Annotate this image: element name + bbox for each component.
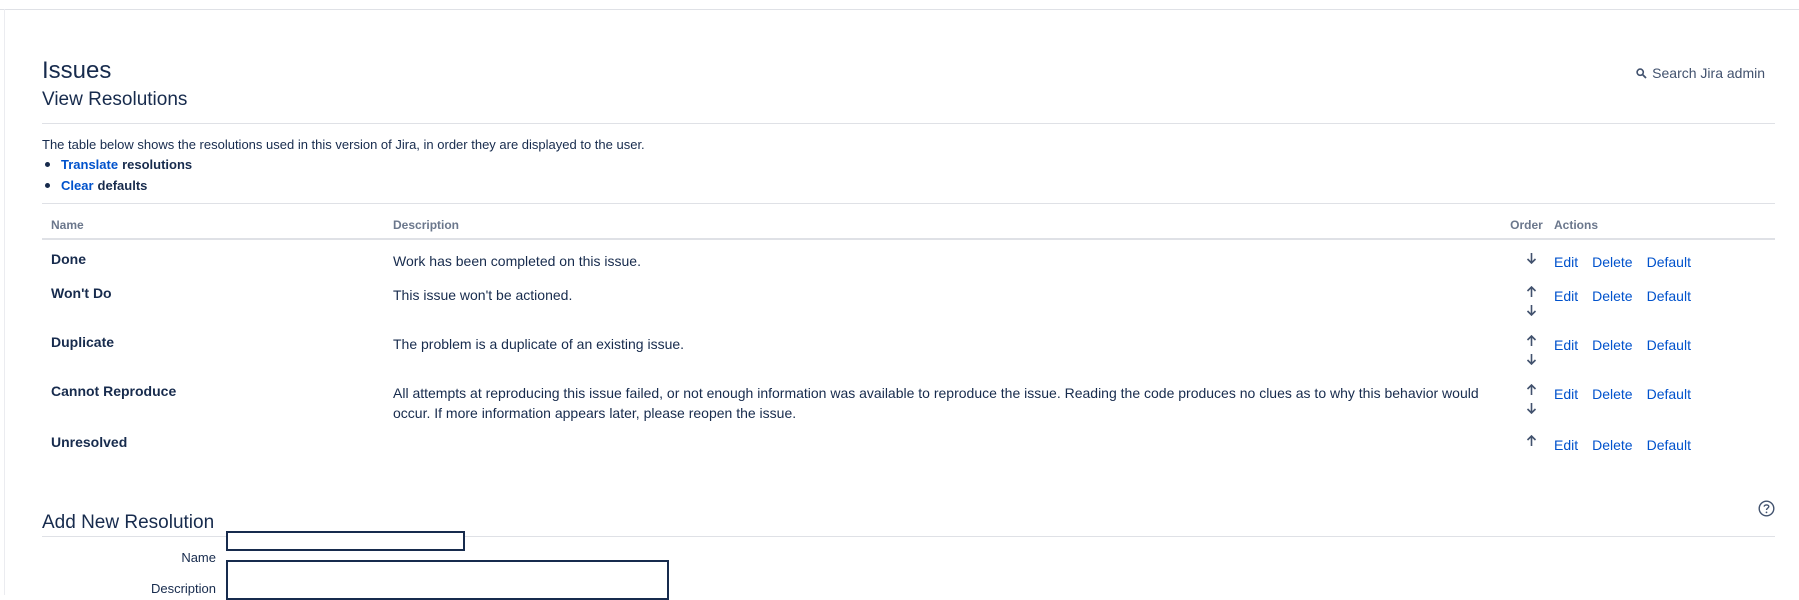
actions-cell: Edit Delete Default	[1545, 423, 1775, 462]
default-link[interactable]: Default	[1647, 386, 1691, 402]
default-link[interactable]: Default	[1647, 288, 1691, 304]
table-body: Done Work has been completed on this issu…	[42, 239, 1775, 462]
default-link[interactable]: Default	[1647, 254, 1691, 270]
move-up-arrow-icon[interactable]	[1517, 285, 1545, 301]
intro-text: The table below shows the resolutions us…	[42, 137, 645, 152]
section-divider	[42, 123, 1775, 124]
table-top-divider	[42, 203, 1775, 204]
name-label: Name	[181, 550, 216, 565]
order-cell	[1508, 423, 1545, 462]
add-resolution-heading: Add New Resolution	[42, 512, 215, 533]
edit-link[interactable]: Edit	[1554, 386, 1578, 402]
translate-link[interactable]: Translate	[61, 157, 118, 172]
search-icon	[1636, 67, 1647, 79]
resolution-name: Duplicate	[51, 334, 115, 350]
resolution-description: All attempts at reproducing this issue f…	[393, 385, 1479, 421]
table-row: Cannot Reproduce All attempts at reproduc…	[42, 372, 1775, 423]
table-row: Unresolved Edit Delete Default	[42, 423, 1775, 462]
description-input[interactable]	[226, 560, 669, 600]
search-jira-admin-link[interactable]: Search Jira admin	[1636, 65, 1765, 81]
order-cell	[1508, 274, 1545, 323]
delete-link[interactable]: Delete	[1592, 288, 1632, 304]
actions-column-header: Actions	[1545, 212, 1775, 240]
move-up-arrow-icon[interactable]	[1517, 383, 1545, 399]
delete-link[interactable]: Delete	[1592, 437, 1632, 453]
delete-link[interactable]: Delete	[1592, 386, 1632, 402]
resolution-name: Done	[51, 251, 86, 267]
move-up-arrow-icon[interactable]	[1517, 334, 1545, 350]
help-icon[interactable]	[1758, 500, 1775, 522]
actions-cell: Edit Delete Default	[1545, 372, 1775, 423]
move-down-arrow-icon[interactable]	[1517, 303, 1545, 319]
delete-link[interactable]: Delete	[1592, 254, 1632, 270]
resolution-name: Won't Do	[51, 285, 112, 301]
description-label: Description	[150, 581, 216, 596]
translate-suffix: resolutions	[122, 157, 193, 172]
order-column-header: Order	[1508, 212, 1545, 240]
resolution-description: This issue won't be actioned.	[393, 287, 573, 303]
actions-cell: Edit Delete Default	[1545, 239, 1775, 274]
left-border	[4, 9, 5, 595]
move-down-arrow-icon[interactable]	[1517, 401, 1545, 417]
list-item: Clear defaults	[42, 175, 192, 196]
table-row: Done Work has been completed on this issu…	[42, 239, 1775, 274]
actions-cell: Edit Delete Default	[1545, 274, 1775, 323]
resolution-name: Unresolved	[51, 434, 128, 450]
order-cell	[1508, 372, 1545, 423]
resolution-name: Cannot Reproduce	[51, 383, 177, 399]
description-column-header: Description	[384, 212, 1508, 240]
clear-suffix: defaults	[97, 178, 148, 193]
resolutions-table: Name Description Order Actions Done Work …	[42, 212, 1775, 462]
edit-link[interactable]: Edit	[1554, 254, 1578, 270]
edit-link[interactable]: Edit	[1554, 437, 1578, 453]
resolution-description	[384, 423, 1508, 462]
move-down-arrow-icon[interactable]	[1517, 251, 1545, 267]
delete-link[interactable]: Delete	[1592, 337, 1632, 353]
table-row: Won't Do This issue won't be actioned. Edi…	[42, 274, 1775, 323]
page-title: Issues	[42, 57, 112, 84]
default-link[interactable]: Default	[1647, 437, 1691, 453]
table-header-row: Name Description Order Actions	[42, 212, 1775, 240]
view-resolutions-heading: View Resolutions	[42, 89, 188, 110]
resolution-links-list: Translate resolutions Clear defaults	[42, 154, 192, 196]
actions-cell: Edit Delete Default	[1545, 323, 1775, 372]
resolution-description: The problem is a duplicate of an existin…	[393, 336, 685, 352]
default-link[interactable]: Default	[1647, 337, 1691, 353]
resolution-description: Work has been completed on this issue.	[393, 253, 641, 269]
order-cell	[1508, 239, 1545, 274]
move-down-arrow-icon[interactable]	[1517, 352, 1545, 368]
list-item: Translate resolutions	[42, 154, 192, 175]
top-border	[0, 9, 1799, 10]
name-input[interactable]	[226, 531, 465, 551]
table-row: Duplicate The problem is a duplicate of a…	[42, 323, 1775, 372]
edit-link[interactable]: Edit	[1554, 337, 1578, 353]
search-label: Search Jira admin	[1652, 65, 1765, 81]
clear-link[interactable]: Clear	[61, 178, 94, 193]
edit-link[interactable]: Edit	[1554, 288, 1578, 304]
order-cell	[1508, 323, 1545, 372]
name-column-header: Name	[42, 212, 384, 240]
move-up-arrow-icon[interactable]	[1517, 434, 1545, 450]
